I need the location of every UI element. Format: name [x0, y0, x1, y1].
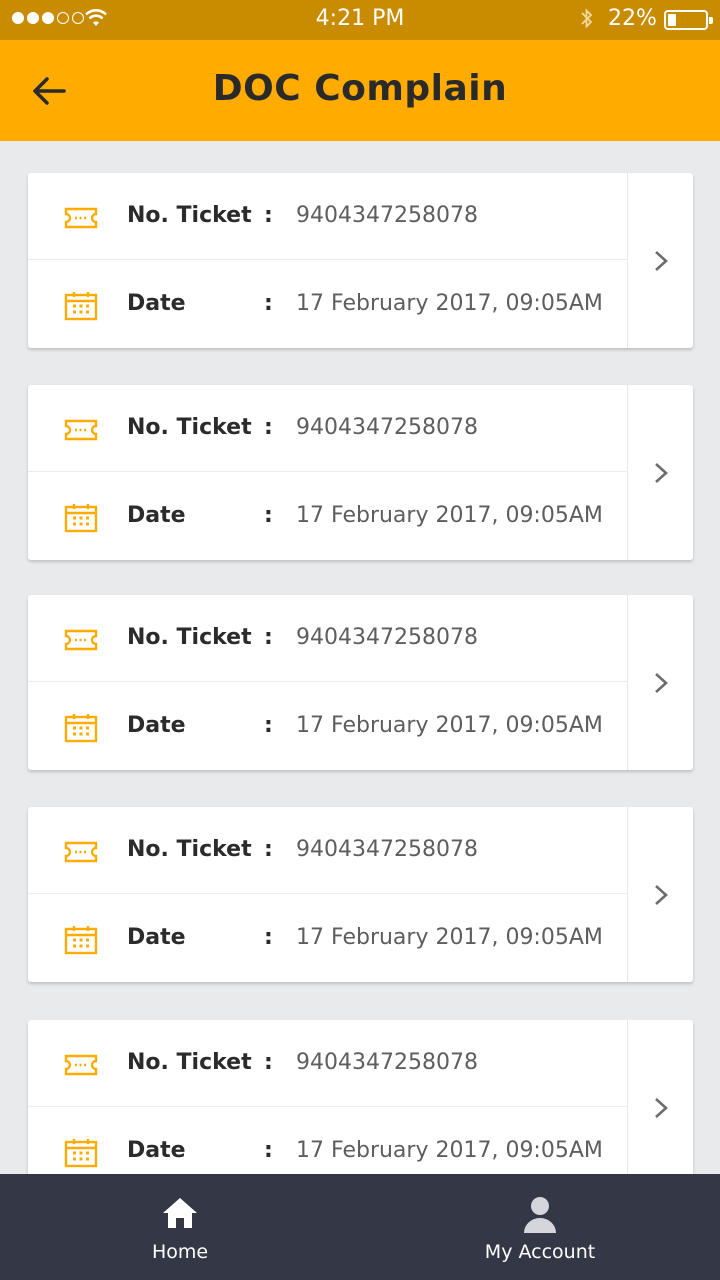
ticket-card[interactable]: No. Ticket : 9404347258078 Date : 17 Feb…: [28, 173, 693, 348]
ticket-card[interactable]: No. Ticket : 9404347258078 Date : 17 Feb…: [28, 1020, 693, 1195]
bottom-nav: Home My Account: [0, 1174, 720, 1280]
open-ticket-button[interactable]: [627, 1020, 693, 1195]
date-row: Date : 17 February 2017, 09:05AM: [28, 473, 627, 560]
ticket-row: No. Ticket : 9404347258078: [28, 173, 627, 260]
ticket-label: No. Ticket: [127, 415, 252, 440]
open-ticket-button[interactable]: [627, 173, 693, 348]
ticket-date: 17 February 2017, 09:05AM: [296, 1138, 603, 1163]
home-icon: [163, 1198, 197, 1228]
open-ticket-button[interactable]: [627, 385, 693, 560]
separator: :: [264, 503, 273, 528]
ticket-number: 9404347258078: [296, 625, 478, 650]
ticket-date: 17 February 2017, 09:05AM: [296, 503, 603, 528]
status-bar: 4:21 PM 22%: [0, 0, 720, 40]
nav-home-label: Home: [151, 1241, 209, 1263]
separator: :: [264, 925, 273, 950]
battery-icon: [664, 10, 713, 30]
ticket-date: 17 February 2017, 09:05AM: [296, 713, 603, 738]
chevron-right-icon: [655, 1098, 668, 1118]
app-header: DOC Complain: [0, 40, 720, 141]
nav-my-account[interactable]: My Account: [360, 1174, 720, 1280]
chevron-right-icon: [655, 463, 668, 483]
date-row: Date : 17 February 2017, 09:05AM: [28, 683, 627, 770]
ticket-icon: [64, 207, 98, 229]
ticket-date: 17 February 2017, 09:05AM: [296, 291, 603, 316]
calendar-icon: [64, 504, 98, 533]
chevron-right-icon: [655, 251, 668, 271]
separator: :: [264, 291, 273, 316]
ticket-row: No. Ticket : 9404347258078: [28, 807, 627, 894]
ticket-card[interactable]: No. Ticket : 9404347258078 Date : 17 Feb…: [28, 595, 693, 770]
calendar-icon: [64, 292, 98, 321]
calendar-icon: [64, 1139, 98, 1168]
ticket-number: 9404347258078: [296, 837, 478, 862]
ticket-icon: [64, 629, 98, 651]
separator: :: [264, 837, 273, 862]
battery-percentage: 22%: [608, 6, 657, 31]
ticket-label: No. Ticket: [127, 837, 252, 862]
page-title: DOC Complain: [212, 68, 508, 109]
nav-my-account-label: My Account: [484, 1241, 596, 1263]
date-label: Date: [127, 291, 186, 316]
ticket-icon: [64, 841, 98, 863]
open-ticket-button[interactable]: [627, 595, 693, 770]
ticket-card[interactable]: No. Ticket : 9404347258078 Date : 17 Feb…: [28, 385, 693, 560]
date-row: Date : 17 February 2017, 09:05AM: [28, 261, 627, 348]
user-icon: [524, 1197, 556, 1233]
separator: :: [264, 713, 273, 738]
date-label: Date: [127, 1138, 186, 1163]
separator: :: [264, 1138, 273, 1163]
ticket-row: No. Ticket : 9404347258078: [28, 595, 627, 682]
ticket-label: No. Ticket: [127, 625, 252, 650]
ticket-number: 9404347258078: [296, 203, 478, 228]
bluetooth-icon: [581, 8, 593, 29]
date-label: Date: [127, 713, 186, 738]
nav-home[interactable]: Home: [0, 1174, 360, 1280]
separator: :: [264, 1050, 273, 1075]
separator: :: [264, 203, 273, 228]
ticket-label: No. Ticket: [127, 1050, 252, 1075]
ticket-row: No. Ticket : 9404347258078: [28, 385, 627, 472]
date-label: Date: [127, 925, 186, 950]
ticket-number: 9404347258078: [296, 1050, 478, 1075]
chevron-right-icon: [655, 673, 668, 693]
separator: :: [264, 415, 273, 440]
ticket-date: 17 February 2017, 09:05AM: [296, 925, 603, 950]
ticket-card[interactable]: No. Ticket : 9404347258078 Date : 17 Feb…: [28, 807, 693, 982]
date-label: Date: [127, 503, 186, 528]
ticket-icon: [64, 1054, 98, 1076]
ticket-row: No. Ticket : 9404347258078: [28, 1020, 627, 1107]
open-ticket-button[interactable]: [627, 807, 693, 982]
calendar-icon: [64, 926, 98, 955]
ticket-number: 9404347258078: [296, 415, 478, 440]
date-row: Date : 17 February 2017, 09:05AM: [28, 895, 627, 982]
calendar-icon: [64, 714, 98, 743]
ticket-icon: [64, 419, 98, 441]
separator: :: [264, 625, 273, 650]
ticket-label: No. Ticket: [127, 203, 252, 228]
chevron-right-icon: [655, 885, 668, 905]
